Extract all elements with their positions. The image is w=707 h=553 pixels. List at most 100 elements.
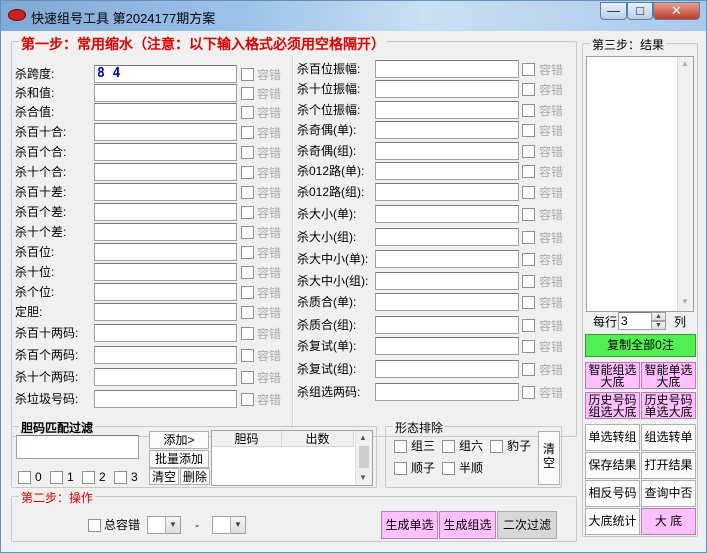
danma-delete-button[interactable]: 删除 (180, 468, 210, 485)
field-input[interactable] (375, 142, 519, 160)
rongcuo-checkbox[interactable] (241, 166, 254, 179)
rongcuo-checkbox[interactable] (522, 165, 535, 178)
rongcuo-checkbox[interactable] (241, 286, 254, 299)
field-input[interactable] (375, 121, 519, 139)
spin-down-icon[interactable]: ▼ (651, 321, 666, 330)
rongcuo-from-select[interactable]: ▼ (147, 516, 181, 534)
scroll-up-arrow-icon[interactable]: ▲ (359, 433, 367, 442)
field-input[interactable] (94, 346, 237, 364)
result-action-button[interactable]: 历史号码 组选大底 (585, 392, 640, 419)
field-input[interactable] (375, 101, 519, 119)
result-action-button[interactable]: 智能组选 大底 (585, 362, 640, 389)
rongcuo-checkbox[interactable] (522, 363, 535, 376)
field-input[interactable] (94, 390, 237, 408)
rongcuo-checkbox[interactable] (522, 145, 535, 158)
field-input[interactable] (94, 103, 237, 121)
gen-group-button[interactable]: 生成组选 (439, 511, 496, 539)
rongcuo-checkbox[interactable] (522, 186, 535, 199)
rongcuo-checkbox[interactable] (522, 296, 535, 309)
field-input[interactable] (94, 223, 237, 241)
rongcuo-checkbox[interactable] (241, 327, 254, 340)
field-input[interactable] (94, 84, 237, 102)
result-action-button[interactable]: 查询中否 (641, 480, 696, 507)
field-input[interactable] (375, 80, 519, 98)
chevron-down-icon[interactable]: ▼ (230, 517, 245, 533)
field-input[interactable] (375, 272, 519, 290)
maximize-button[interactable]: □ (627, 2, 653, 20)
result-action-button[interactable]: 相反号码 (585, 480, 640, 507)
field-input[interactable] (375, 183, 519, 201)
xingtai-checkbox[interactable] (442, 440, 455, 453)
danma-digit-checkbox[interactable] (114, 471, 127, 484)
rongcuo-checkbox[interactable] (522, 208, 535, 221)
field-input[interactable] (94, 324, 237, 342)
danma-list[interactable]: 胆码 出数 ▲ ▼ (211, 430, 373, 486)
rongcuo-checkbox[interactable] (241, 349, 254, 362)
chevron-down-icon[interactable]: ▼ (165, 517, 180, 533)
result-action-button[interactable]: 保存结果 (585, 452, 640, 479)
danma-digit-checkbox[interactable] (82, 471, 95, 484)
result-action-button[interactable]: 智能单选 大底 (641, 362, 696, 389)
result-list[interactable]: ▲ ▼ (586, 56, 694, 312)
danma-clear-button[interactable]: 清空 (149, 468, 179, 485)
rongcuo-checkbox[interactable] (522, 104, 535, 117)
result-list-scrollbar[interactable]: ▲ ▼ (677, 57, 693, 311)
field-input[interactable] (375, 316, 519, 334)
rongcuo-checkbox[interactable] (241, 87, 254, 100)
spin-up-icon[interactable]: ▲ (651, 312, 666, 321)
copy-all-button[interactable]: 复制全部0注 (585, 334, 696, 357)
field-input[interactable] (94, 183, 237, 201)
field-input[interactable] (94, 243, 237, 261)
rongcuo-checkbox[interactable] (522, 319, 535, 332)
field-input[interactable] (94, 283, 237, 301)
result-action-button[interactable]: 打开结果 (641, 452, 696, 479)
field-input[interactable] (375, 60, 519, 78)
field-input[interactable] (375, 250, 519, 268)
total-rongcuo-checkbox[interactable] (88, 519, 101, 532)
field-input[interactable] (375, 337, 519, 355)
rongcuo-checkbox[interactable] (241, 371, 254, 384)
result-action-button[interactable]: 单选转组 (585, 424, 640, 451)
rongcuo-checkbox[interactable] (522, 63, 535, 76)
scroll-up-arrow-icon[interactable]: ▲ (681, 59, 689, 68)
rongcuo-checkbox[interactable] (522, 275, 535, 288)
per-row-input[interactable]: 3 (618, 312, 652, 330)
xingtai-checkbox[interactable] (442, 462, 455, 475)
scroll-thumb[interactable] (359, 446, 369, 468)
rongcuo-checkbox[interactable] (241, 306, 254, 319)
rongcuo-checkbox[interactable] (241, 68, 254, 81)
field-input[interactable] (375, 205, 519, 223)
field-input[interactable]: 8 4 (94, 65, 237, 83)
rongcuo-checkbox[interactable] (241, 186, 254, 199)
batch-add-button[interactable]: 批量添加 (149, 450, 209, 468)
field-input[interactable] (94, 263, 237, 281)
field-input[interactable] (375, 162, 519, 180)
rongcuo-checkbox[interactable] (241, 146, 254, 159)
xingtai-checkbox[interactable] (490, 440, 503, 453)
field-input[interactable] (375, 293, 519, 311)
xingtai-checkbox[interactable] (394, 440, 407, 453)
rongcuo-checkbox[interactable] (522, 340, 535, 353)
second-filter-button[interactable]: 二次过滤 (497, 511, 557, 539)
danma-list-scrollbar[interactable]: ▲ ▼ (355, 431, 372, 485)
field-input[interactable] (375, 383, 519, 401)
field-input[interactable] (375, 360, 519, 378)
xingtai-clear-button[interactable]: 清空 (538, 431, 560, 485)
scroll-down-arrow-icon[interactable]: ▼ (681, 297, 689, 306)
rongcuo-checkbox[interactable] (241, 246, 254, 259)
danma-input[interactable] (16, 435, 139, 459)
result-action-button[interactable]: 历史号码 单选大底 (641, 392, 696, 419)
title-bar[interactable]: 快速组号工具 第2024177期方案 — □ ✕ (1, 1, 706, 31)
xingtai-checkbox[interactable] (394, 462, 407, 475)
minimize-button[interactable]: — (600, 2, 627, 20)
rongcuo-checkbox[interactable] (522, 124, 535, 137)
close-button[interactable]: ✕ (653, 2, 700, 20)
rongcuo-checkbox[interactable] (522, 231, 535, 244)
rongcuo-checkbox[interactable] (241, 126, 254, 139)
field-input[interactable] (94, 303, 237, 321)
rongcuo-checkbox[interactable] (241, 226, 254, 239)
field-input[interactable] (94, 163, 237, 181)
result-action-button[interactable]: 大 底 (641, 508, 696, 535)
field-input[interactable] (94, 143, 237, 161)
field-input[interactable] (375, 228, 519, 246)
